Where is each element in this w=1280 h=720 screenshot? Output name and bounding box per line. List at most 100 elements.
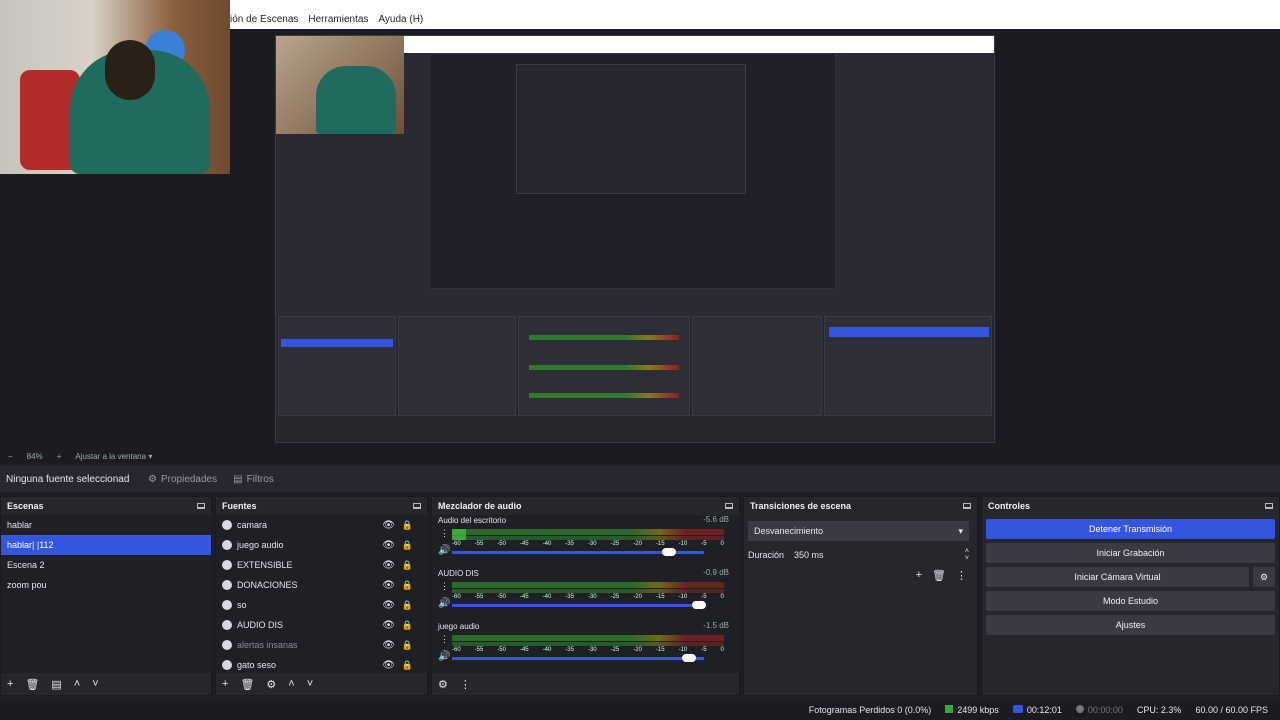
source-label: gato seso bbox=[237, 660, 277, 670]
trash-icon[interactable]: 🗑 bbox=[932, 569, 946, 582]
undock-icon[interactable] bbox=[413, 502, 421, 509]
duration-spinbox[interactable]: 350 ms bbox=[794, 550, 955, 560]
channel-menu-icon[interactable]: ⋮ bbox=[440, 634, 449, 645]
visibility-eye-icon[interactable]: 👁 bbox=[382, 520, 395, 531]
lock-icon[interactable]: 🔒 bbox=[402, 660, 413, 671]
nested-stop-stream-button bbox=[829, 327, 989, 337]
visibility-eye-icon[interactable]: 👁 bbox=[382, 600, 395, 611]
meter-tick: -15 bbox=[655, 541, 665, 547]
visibility-eye-icon[interactable]: 👁 bbox=[382, 540, 395, 551]
visibility-eye-icon[interactable]: 👁 bbox=[382, 620, 395, 631]
visibility-eye-icon[interactable]: 👁 bbox=[382, 560, 395, 571]
scene-item[interactable]: zoom pou bbox=[1, 575, 211, 595]
virtual-camera-settings-gear-icon[interactable]: ⚙ bbox=[1253, 567, 1275, 587]
chevron-up-icon[interactable]: ˄ bbox=[288, 678, 294, 690]
meter-tick: 0 bbox=[720, 541, 724, 547]
menu-help[interactable]: Ayuda (H) bbox=[378, 14, 423, 25]
volume-slider-handle[interactable] bbox=[691, 601, 706, 609]
source-item[interactable]: gato seso 👁 🔒 bbox=[216, 655, 427, 675]
meter-tick: -40 bbox=[542, 594, 552, 600]
trash-icon[interactable]: 🗑 bbox=[240, 678, 254, 691]
volume-slider-handle[interactable] bbox=[661, 548, 676, 556]
meter-tick: -55 bbox=[474, 594, 484, 600]
sources-dock-title: Fuentes bbox=[216, 497, 427, 514]
meter-tick: -20 bbox=[633, 594, 642, 600]
nested-webcam bbox=[276, 36, 404, 134]
lock-icon[interactable]: 🔒 bbox=[402, 620, 413, 631]
lock-icon[interactable]: 🔒 bbox=[402, 540, 413, 551]
source-item[interactable]: alertas insanas 👁 🔒 bbox=[216, 635, 427, 655]
speaker-icon[interactable]: 🔊 bbox=[438, 598, 450, 609]
audio-icon bbox=[222, 620, 232, 630]
nested-mixer-dock bbox=[518, 316, 690, 416]
volume-slider-handle[interactable] bbox=[681, 654, 696, 662]
properties-button[interactable]: ⚙ Propiedades bbox=[140, 466, 225, 492]
scene-item[interactable]: Escena 2 bbox=[1, 555, 211, 575]
meter-tick: -60 bbox=[452, 541, 461, 547]
undock-icon[interactable] bbox=[1265, 502, 1273, 509]
menu-scene-collection[interactable]: ión de Escenas bbox=[230, 14, 298, 25]
lock-icon[interactable]: 🔒 bbox=[402, 640, 413, 651]
scene-item-selected[interactable]: hablar| |112 bbox=[1, 535, 211, 555]
visibility-eye-icon[interactable]: 👁 bbox=[382, 660, 395, 671]
add-icon[interactable]: + bbox=[222, 678, 228, 690]
meter-tick: -5 bbox=[701, 647, 707, 653]
nested-webcam-person bbox=[316, 66, 396, 134]
source-item[interactable]: juego audio 👁 🔒 bbox=[216, 535, 427, 555]
undock-icon[interactable] bbox=[963, 502, 971, 509]
source-item[interactable]: camara 👁 🔒 bbox=[216, 515, 427, 535]
source-item[interactable]: AUDIO DIS 👁 🔒 bbox=[216, 615, 427, 635]
lock-icon[interactable]: 🔒 bbox=[402, 560, 413, 571]
channel-menu-icon[interactable]: ⋮ bbox=[440, 581, 449, 592]
chevron-up-icon[interactable]: ˄ bbox=[74, 678, 80, 690]
zoom-out-button[interactable]: − bbox=[8, 452, 13, 461]
volume-slider[interactable] bbox=[452, 657, 704, 660]
chevron-down-icon[interactable]: ˅ bbox=[307, 678, 313, 690]
nested-meter-3 bbox=[529, 393, 679, 398]
visibility-eye-icon[interactable]: 👁 bbox=[382, 640, 395, 651]
more-options-icon[interactable]: ⋮ bbox=[956, 569, 967, 582]
lock-icon[interactable]: 🔒 bbox=[402, 580, 413, 591]
chevron-down-icon[interactable]: ˅ bbox=[92, 678, 98, 690]
meter-tick: -25 bbox=[610, 647, 620, 653]
trash-icon[interactable]: 🗑 bbox=[25, 678, 39, 691]
volume-slider[interactable] bbox=[452, 604, 704, 607]
nested-menu-bar bbox=[404, 41, 994, 53]
meter-tick: -50 bbox=[497, 594, 506, 600]
lock-icon[interactable]: 🔒 bbox=[402, 520, 413, 531]
add-icon[interactable]: + bbox=[916, 569, 922, 582]
meter-tick: -55 bbox=[474, 647, 484, 653]
speaker-icon[interactable]: 🔊 bbox=[438, 545, 450, 556]
scenes-dock-title: Escenas bbox=[1, 497, 211, 514]
spin-arrows-icon[interactable]: ˄ ˅ bbox=[965, 548, 969, 562]
advanced-audio-icon[interactable]: ⚙ bbox=[438, 678, 448, 691]
start-virtual-camera-button[interactable]: Iniciar Cámara Virtual bbox=[986, 567, 1249, 587]
fit-to-window-dropdown[interactable]: Ajustar a la ventana ▾ bbox=[75, 452, 152, 461]
settings-button[interactable]: Ajustes bbox=[986, 615, 1275, 635]
source-item[interactable]: EXTENSIBLE 👁 🔒 bbox=[216, 555, 427, 575]
stop-streaming-button[interactable]: Detener Transmisión bbox=[986, 519, 1275, 539]
volume-meter-right bbox=[452, 536, 724, 540]
filters-button[interactable]: ▤ Filtros bbox=[225, 466, 282, 492]
studio-mode-button[interactable]: Modo Estudio bbox=[986, 591, 1275, 611]
speaker-icon[interactable]: 🔊 bbox=[438, 651, 450, 662]
transition-select[interactable]: Desvanecimiento ▾ bbox=[748, 521, 969, 541]
add-icon[interactable]: + bbox=[7, 678, 13, 690]
start-recording-button[interactable]: Iniciar Grabación bbox=[986, 543, 1275, 563]
scene-item[interactable]: hablar bbox=[1, 515, 211, 535]
more-options-icon[interactable]: ⋮ bbox=[460, 678, 471, 691]
lock-icon[interactable]: 🔒 bbox=[402, 600, 413, 611]
filter-icon[interactable]: ▤ bbox=[51, 678, 61, 691]
source-item[interactable]: DONACIONES 👁 🔒 bbox=[216, 575, 427, 595]
channel-menu-icon[interactable]: ⋮ bbox=[440, 528, 449, 539]
menu-tools[interactable]: Herramientas bbox=[308, 14, 368, 25]
visibility-eye-icon[interactable]: 👁 bbox=[382, 580, 395, 591]
undock-icon[interactable] bbox=[725, 502, 733, 509]
gear-icon[interactable]: ⚙ bbox=[266, 678, 276, 691]
undock-icon[interactable] bbox=[197, 502, 205, 509]
volume-level-fill bbox=[452, 529, 466, 540]
volume-meter bbox=[452, 635, 724, 641]
zoom-in-button[interactable]: + bbox=[57, 452, 62, 461]
source-item[interactable]: so 👁 🔒 bbox=[216, 595, 427, 615]
zoom-row: − 84% + Ajustar a la ventana ▾ bbox=[0, 449, 1280, 463]
